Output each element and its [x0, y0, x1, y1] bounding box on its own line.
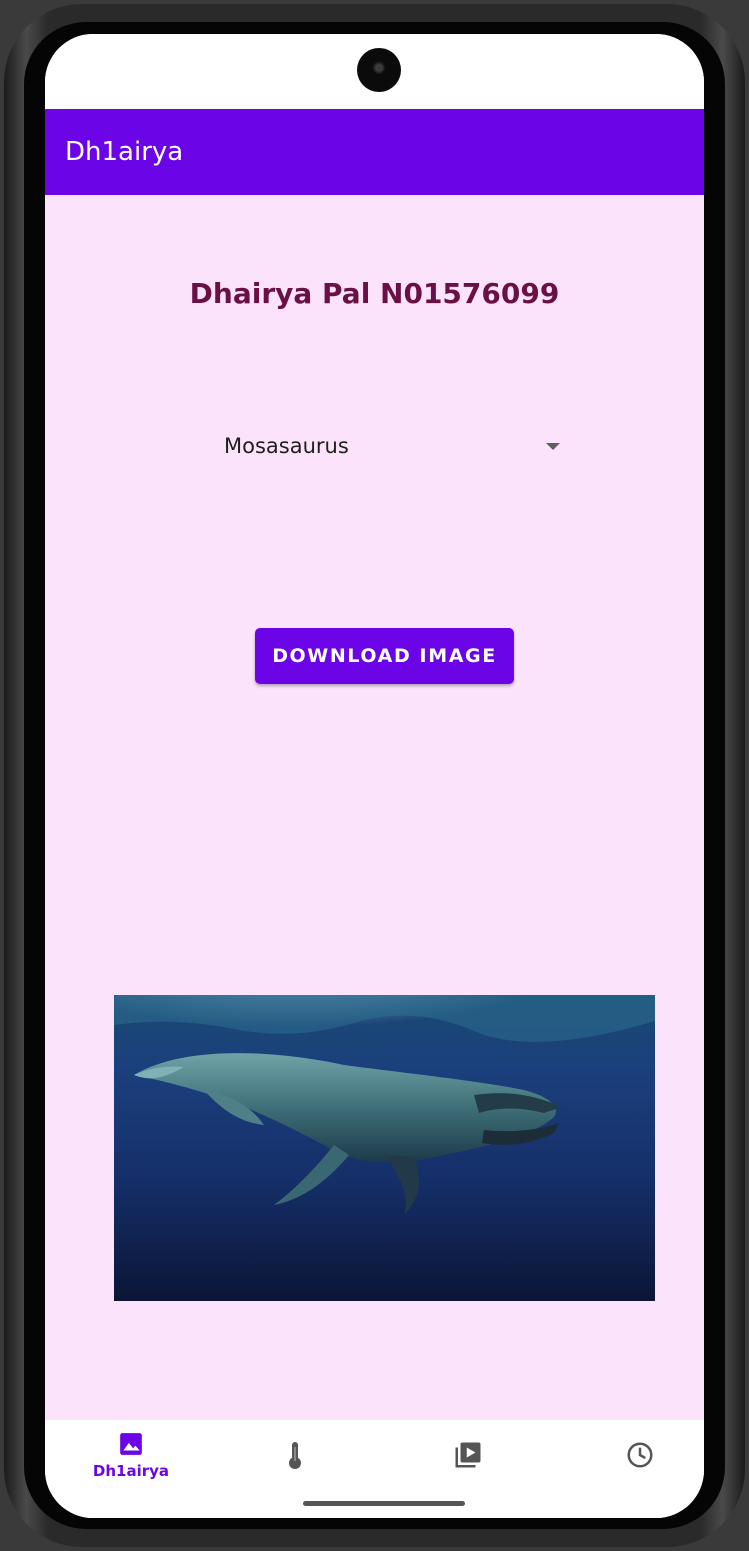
- download-image-button[interactable]: DOWNLOAD IMAGE: [255, 628, 514, 684]
- status-bar: [45, 34, 704, 109]
- phone-screen: Dh1airya Dhairya Pal N01576099 Mosasauru…: [45, 34, 704, 1518]
- dropdown-selected-value: Mosasaurus: [224, 434, 349, 458]
- nav-item-temperature[interactable]: [235, 1420, 355, 1490]
- app-title: Dh1airya: [65, 137, 184, 167]
- nav-item-videos[interactable]: [408, 1420, 528, 1490]
- video-library-icon: [455, 1442, 481, 1468]
- nav-item-images[interactable]: Dh1airya: [71, 1420, 191, 1490]
- thermometer-icon: [289, 1442, 301, 1469]
- bottom-navigation: Dh1airya: [45, 1420, 704, 1518]
- app-bar: Dh1airya: [45, 109, 704, 195]
- phone-frame: Dh1airya Dhairya Pal N01576099 Mosasauru…: [4, 4, 745, 1547]
- dinosaur-dropdown[interactable]: Mosasaurus: [205, 421, 560, 471]
- home-indicator[interactable]: [303, 1501, 465, 1506]
- main-content: Dhairya Pal N01576099 Mosasaurus DOWNLOA…: [45, 195, 704, 1420]
- page-heading: Dhairya Pal N01576099: [189, 277, 560, 310]
- nav-item-clock[interactable]: [580, 1420, 700, 1490]
- clock-icon: [627, 1442, 653, 1468]
- mosasaurus-image: [114, 995, 655, 1301]
- image-icon: [120, 1432, 142, 1455]
- nav-item-label: Dh1airya: [92, 1461, 170, 1480]
- dropdown-arrow-icon: [546, 443, 560, 450]
- downloaded-image: [114, 995, 655, 1301]
- front-camera-icon: [357, 48, 401, 92]
- phone-bezel: Dh1airya Dhairya Pal N01576099 Mosasauru…: [24, 22, 725, 1529]
